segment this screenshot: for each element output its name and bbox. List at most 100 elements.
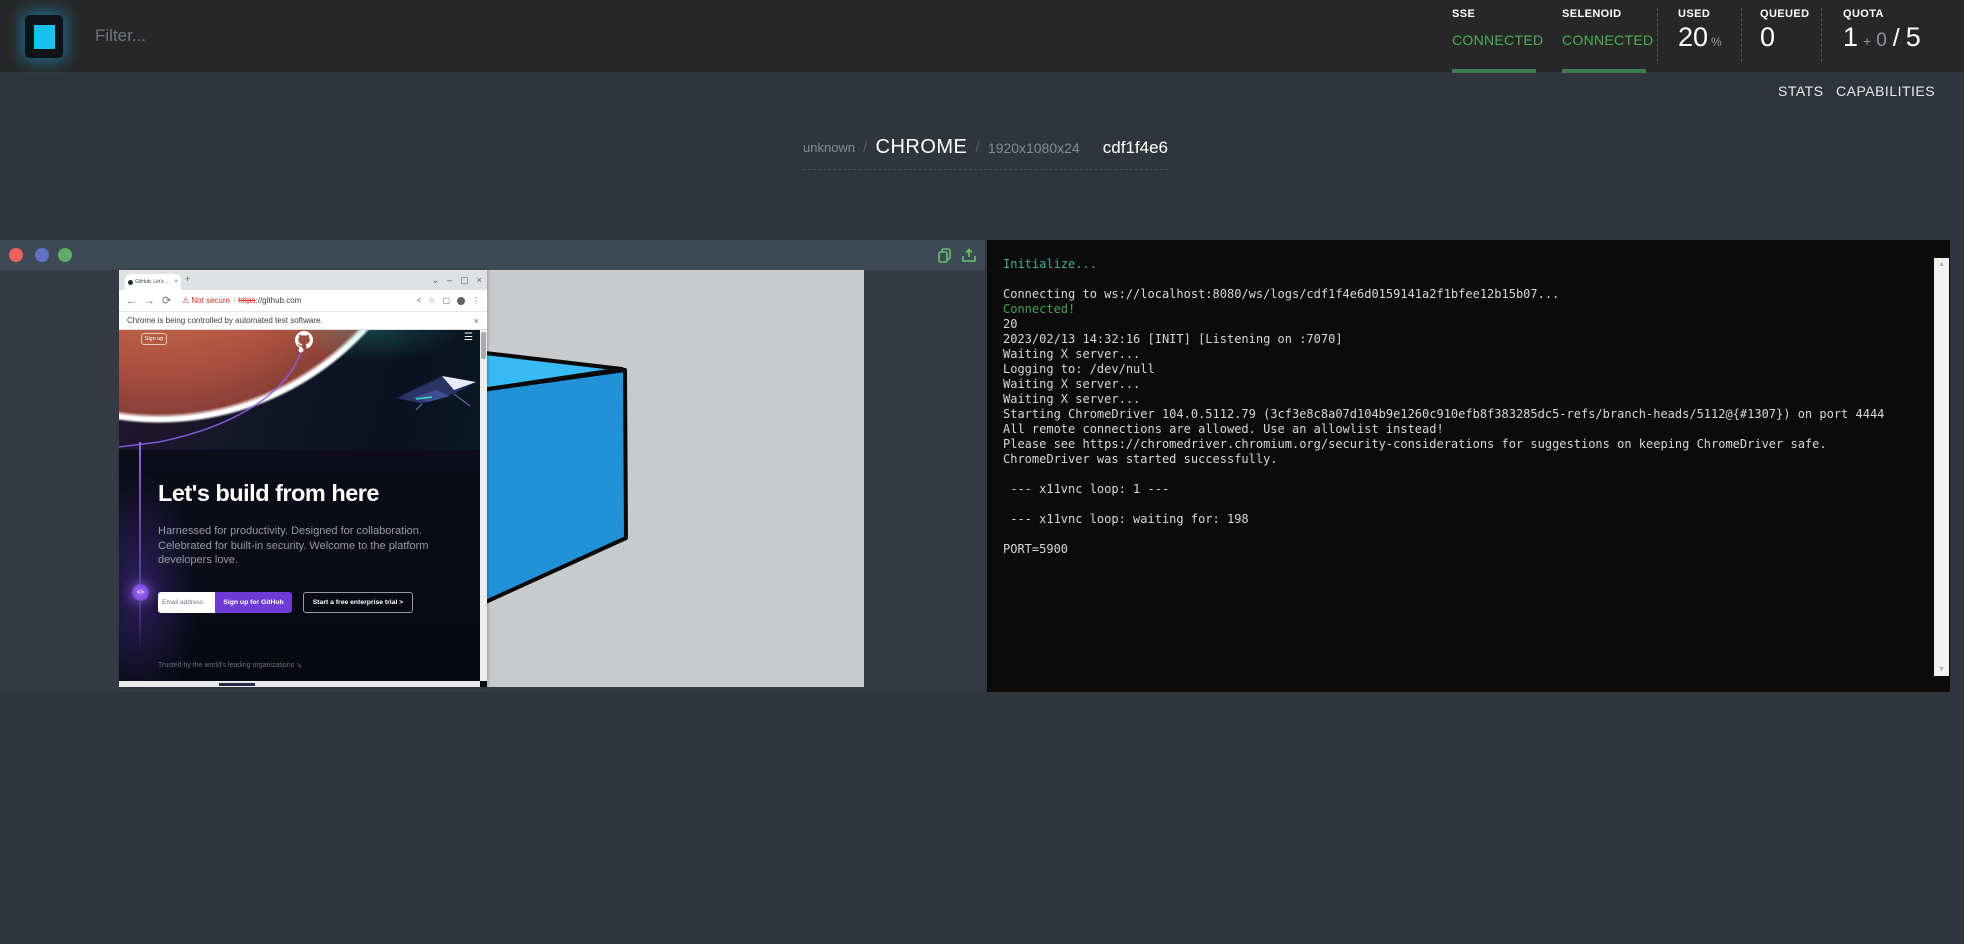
log-line: Connecting to ws://localhost:8080/ws/log… [1003, 287, 1918, 302]
page-bottom-mark [219, 683, 255, 686]
purple-glow-line [139, 442, 141, 652]
log-line: PORT=5900 [1003, 542, 1918, 557]
quota-label: QUOTA [1843, 8, 1884, 20]
browser-tabstrip: GitHub: Let's build from he... × + ⌄ – ▢… [119, 270, 487, 290]
topbar: SSE CONNECTED SELENOID CONNECTED USED 20… [0, 0, 1964, 72]
filter-input[interactable] [95, 18, 515, 54]
log-line: --- x11vnc loop: waiting for: 198 [1003, 512, 1918, 527]
log-line: Connected! [1003, 302, 1918, 317]
forward-icon[interactable]: → [144, 295, 155, 307]
session-row[interactable]: unknown / CHROME / 1920x1080x24 cdf1f4e6 [803, 126, 1168, 170]
browser-toolbar: ← → ⟳ ⚠ Not secure | https ://github.com… [119, 290, 487, 312]
tab-capabilities[interactable]: CAPABILITIES [1836, 83, 1935, 99]
session-user: unknown [803, 140, 855, 155]
log-line [1003, 527, 1918, 542]
github-signup-top-button[interactable]: Sign up [141, 333, 167, 345]
reload-icon[interactable]: ⟳ [162, 294, 171, 307]
quota-current: 1 [1843, 22, 1858, 53]
profile-avatar[interactable] [457, 297, 465, 305]
scroll-down-icon[interactable]: ▼ [1934, 666, 1949, 673]
traffic-light-blue-icon [35, 248, 49, 262]
url-text: ://github.com [256, 296, 302, 305]
toolbar-icons: < ☆ ▢ ⋮ [417, 296, 480, 305]
tab-search-icon[interactable]: ⌄ [432, 273, 440, 287]
separator: / [975, 139, 979, 157]
log-line: ChromeDriver was started successfully. [1003, 452, 1918, 467]
browser-scrollbar[interactable] [480, 330, 487, 681]
browser-tab[interactable]: GitHub: Let's build from he... × [125, 274, 181, 290]
tab-close-icon[interactable]: × [174, 279, 178, 285]
log-line [1003, 497, 1918, 512]
back-icon[interactable]: ← [126, 295, 137, 307]
session-log-panel[interactable]: Initialize... Connecting to ws://localho… [987, 240, 1950, 692]
infobar-close-icon[interactable]: × [474, 316, 479, 326]
quota-slash: / [1893, 24, 1900, 53]
log-output: Initialize... Connecting to ws://localho… [1003, 257, 1918, 557]
url-divider: | [233, 296, 235, 305]
divider [1821, 8, 1822, 62]
log-line: Logging to: /dev/null [1003, 362, 1918, 377]
log-scrollbar[interactable]: ▲ ▼ [1934, 258, 1949, 676]
upload-share-icon[interactable] [960, 247, 978, 264]
log-line: Waiting X server... [1003, 347, 1918, 362]
sse-status: SSE CONNECTED [1452, 0, 1552, 72]
vnc-screen[interactable]: GitHub: Let's build from he... × + ⌄ – ▢… [119, 270, 864, 687]
log-line: 2023/02/13 14:32:16 [INIT] [Listening on… [1003, 332, 1918, 347]
log-line [1003, 467, 1918, 482]
used-counter: USED 20 % [1678, 0, 1738, 72]
selenoid-connected-underline [1562, 69, 1646, 73]
maximize-icon[interactable]: ▢ [460, 273, 469, 287]
quota-pending: 0 [1876, 30, 1887, 52]
address-bar[interactable]: ⚠ Not secure | https ://github.com [182, 296, 301, 305]
url-https-struck: https [238, 296, 255, 305]
browser-tab-title: GitHub: Let's build from he... [135, 279, 172, 285]
sse-label: SSE [1452, 8, 1475, 20]
quota-plus: + [1863, 33, 1871, 49]
automation-infobar-text: Chrome is being controlled by automated … [127, 316, 323, 325]
log-line: 20 [1003, 317, 1918, 332]
traffic-light-green-icon [58, 248, 72, 262]
selenoid-label: SELENOID [1562, 8, 1621, 20]
enterprise-trial-button[interactable]: Start a free enterprise trial > [303, 592, 413, 613]
quota-total: 5 [1906, 22, 1921, 53]
sse-value: CONNECTED [1452, 32, 1543, 48]
selenoid-value: CONNECTED [1562, 32, 1653, 48]
remote-browser-window[interactable]: GitHub: Let's build from he... × + ⌄ – ▢… [119, 270, 487, 687]
app-logo[interactable] [25, 15, 63, 58]
log-line [1003, 272, 1918, 287]
kebab-menu-icon[interactable]: ⋮ [472, 296, 480, 305]
close-icon[interactable]: × [477, 273, 482, 287]
browser-scrollbar-thumb[interactable] [481, 332, 486, 359]
log-line: All remote connections are allowed. Use … [1003, 422, 1918, 437]
used-value: 20 [1678, 22, 1708, 53]
signup-for-github-button[interactable]: Sign up for GitHub [215, 592, 292, 613]
vnc-panel: GitHub: Let's build from he... × + ⌄ – ▢… [0, 240, 985, 692]
sse-connected-underline [1452, 69, 1536, 73]
scroll-up-icon[interactable]: ▲ [1934, 261, 1949, 268]
used-label: USED [1678, 8, 1710, 20]
copy-clipboard-icon[interactable] [936, 247, 954, 264]
share-icon[interactable]: < [417, 296, 422, 305]
minimize-icon[interactable]: – [447, 273, 452, 287]
separator: / [863, 139, 867, 157]
hamburger-menu-icon[interactable]: ☰ [464, 332, 473, 343]
vnc-header [0, 240, 985, 270]
log-line: Waiting X server... [1003, 392, 1918, 407]
divider [1741, 8, 1742, 62]
session-resolution: 1920x1080x24 [988, 140, 1080, 156]
github-logo-icon[interactable] [295, 331, 313, 349]
tab-stats[interactable]: STATS [1778, 83, 1824, 99]
queued-counter: QUEUED 0 [1760, 0, 1815, 72]
bookmark-star-icon[interactable]: ☆ [428, 296, 435, 305]
traffic-light-red-icon [9, 248, 23, 262]
log-line: --- x11vnc loop: 1 --- [1003, 482, 1918, 497]
new-tab-button[interactable]: + [185, 275, 190, 284]
code-badge-icon: <> [132, 584, 149, 601]
email-field[interactable] [158, 592, 215, 613]
not-secure-warning-icon: ⚠ [182, 296, 189, 305]
github-hero-image: Sign up ☰ [119, 330, 487, 450]
selenoid-status: SELENOID CONNECTED [1562, 0, 1662, 72]
log-line: Starting ChromeDriver 104.0.5112.79 (3cf… [1003, 407, 1918, 422]
side-panel-icon[interactable]: ▢ [442, 296, 450, 305]
not-secure-label: Not secure [191, 296, 230, 305]
